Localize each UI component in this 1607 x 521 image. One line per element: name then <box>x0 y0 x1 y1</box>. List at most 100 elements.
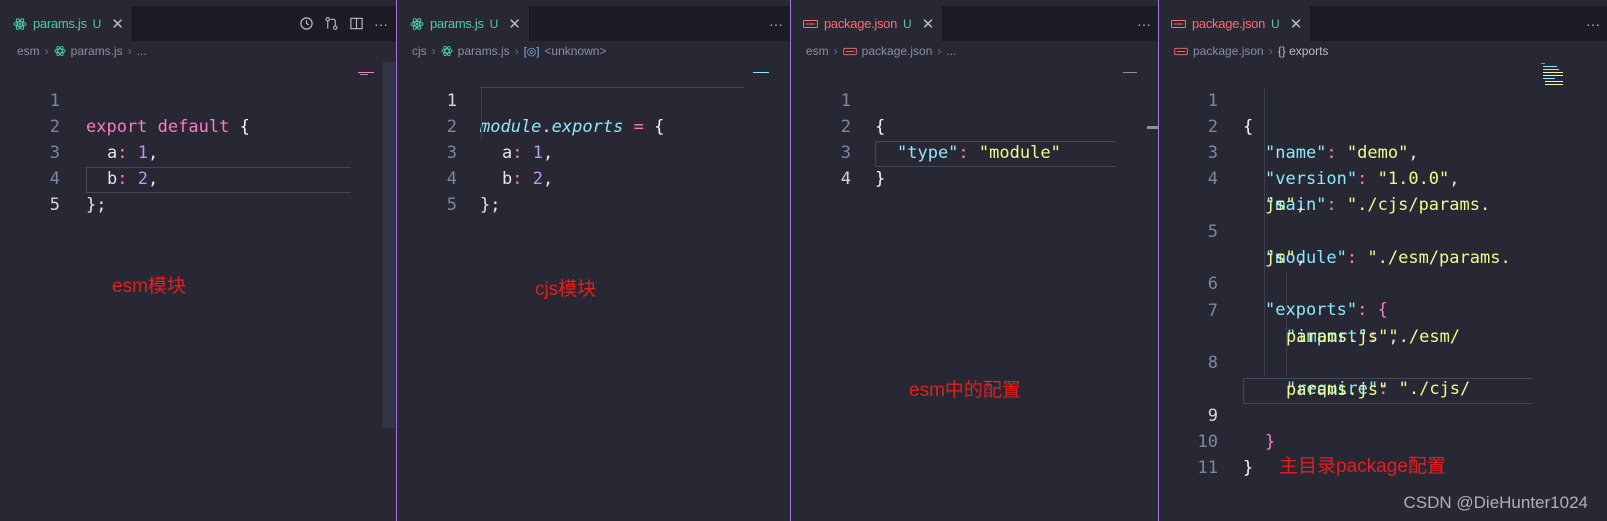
tab-bar: package.json U ✕ ··· <box>1159 6 1607 41</box>
breadcrumb-folder[interactable]: cjs <box>412 44 427 58</box>
editor-actions: ··· <box>299 6 388 41</box>
minimap[interactable] <box>358 62 384 75</box>
breadcrumb-folder[interactable]: esm <box>806 44 829 58</box>
close-icon[interactable]: ✕ <box>1290 15 1303 33</box>
annotation-esm-module: esm模块 <box>112 276 186 297</box>
breadcrumb-folder[interactable]: esm <box>17 44 40 58</box>
more-actions-icon[interactable]: ··· <box>1586 16 1600 32</box>
scrollbar[interactable] <box>383 62 395 428</box>
breadcrumb: cjs › params.js › [◎] <unknown> <box>397 41 791 61</box>
breadcrumb-file[interactable]: package.json <box>1193 44 1264 58</box>
untracked-badge: U <box>92 16 102 31</box>
code-line: js", <box>1265 248 1306 268</box>
code-line: 1 { <box>791 62 1159 137</box>
json-icon <box>803 16 818 31</box>
tab-bar: params.js U ✕ ··· <box>0 6 396 41</box>
code-line: 7 "import": "./esm/ <box>1159 272 1607 347</box>
json-icon <box>842 47 857 56</box>
code-line: params.js" <box>1286 380 1389 400</box>
editor-pane-esm-package: package.json U ✕ ··· esm › package.json … <box>790 0 1159 521</box>
breadcrumb-file[interactable]: package.json <box>862 44 933 58</box>
tab-esm-params[interactable]: params.js U ✕ <box>0 6 133 41</box>
current-line-highlight <box>875 141 1116 167</box>
code-line: 4 }; <box>397 140 791 215</box>
code-line: 2 "type": "module" <box>791 88 1159 163</box>
chevron-right-icon: › <box>833 44 838 58</box>
breadcrumb-symbol[interactable]: <unknown> <box>544 44 606 58</box>
code-line: 4 "main": "./cjs/params. <box>1159 140 1607 215</box>
code-line: 4 }; <box>0 140 396 215</box>
current-line-highlight <box>480 63 744 88</box>
tab-bar: package.json U ✕ ··· <box>791 6 1159 41</box>
breadcrumb: esm › params.js › ... <box>0 41 396 61</box>
tab-cjs-params[interactable]: params.js U ✕ <box>397 6 530 41</box>
tab-label: params.js <box>33 16 87 31</box>
breadcrumb-symbol[interactable]: ... <box>946 44 956 58</box>
code-line: 3 "version": "1.0.0", <box>1159 114 1607 189</box>
code-line: 8 "require": "./cjs/ <box>1159 324 1607 399</box>
breadcrumb-symbol[interactable]: {} exports <box>1278 44 1329 58</box>
code-line: 2 "name": "demo", <box>1159 88 1607 163</box>
close-icon[interactable]: ✕ <box>922 15 935 33</box>
compare-changes-icon[interactable] <box>324 16 339 31</box>
breadcrumb-file[interactable]: params.js <box>458 44 510 58</box>
line-number: 11 <box>1197 458 1218 478</box>
chevron-right-icon: › <box>514 44 519 58</box>
code-line: 5 <box>397 166 791 215</box>
untracked-badge: U <box>489 16 499 31</box>
react-icon <box>54 45 66 57</box>
tab-esm-package-json[interactable]: package.json U ✕ <box>791 6 944 41</box>
code-line: 10 } <box>1159 403 1607 478</box>
line-number: 5 <box>446 195 457 215</box>
history-icon[interactable] <box>299 16 314 31</box>
tab-root-package-json[interactable]: package.json U ✕ <box>1159 6 1312 41</box>
close-icon[interactable]: ✕ <box>111 15 124 33</box>
react-icon <box>441 45 453 57</box>
code-line: 1 { <box>1159 62 1607 137</box>
untracked-badge: U <box>903 16 912 31</box>
minimap[interactable] <box>1541 62 1565 88</box>
tab-label: package.json <box>824 16 898 31</box>
watermark: CSDN @DieHunter1024 <box>1403 493 1588 512</box>
annotation-esm-config: esm中的配置 <box>909 380 1021 401</box>
code-line: 1 export default { <box>0 62 396 137</box>
json-icon <box>1171 16 1186 31</box>
breadcrumb-file[interactable]: params.js <box>71 44 123 58</box>
breadcrumb-symbol[interactable]: ... <box>137 44 147 58</box>
editor-actions: ··· <box>769 6 783 41</box>
code-line: 2 a: 1, <box>397 88 791 163</box>
tab-bar: params.js U ✕ ··· <box>397 6 791 41</box>
code-line: 2 a: 1, <box>0 88 396 163</box>
minimap[interactable] <box>1123 62 1149 73</box>
code-line: js", <box>1265 195 1306 215</box>
breadcrumb: package.json › {} exports <box>1159 41 1607 61</box>
split-editor-icon[interactable] <box>349 16 364 31</box>
tab-label: params.js <box>430 16 484 31</box>
minimap[interactable] <box>753 62 779 73</box>
react-icon <box>12 16 27 31</box>
chevron-right-icon: › <box>937 44 942 58</box>
code-line: 5 "module": "./esm/params. <box>1159 193 1607 268</box>
close-icon[interactable]: ✕ <box>508 15 521 33</box>
breadcrumb: esm › package.json › ... <box>791 41 1159 61</box>
more-actions-icon[interactable]: ··· <box>374 16 388 32</box>
indent-guide <box>1286 272 1287 376</box>
line-number: 5 <box>49 195 60 215</box>
chevron-right-icon: › <box>431 44 436 58</box>
editor-pane-root-package: package.json U ✕ ··· package.json › {} e… <box>1158 0 1607 521</box>
code-line: 3 } <box>791 114 1159 189</box>
chevron-right-icon: › <box>1268 44 1273 58</box>
line-number: 4 <box>840 169 851 189</box>
tab-label: package.json <box>1192 16 1266 31</box>
editor-actions: ··· <box>1586 6 1600 41</box>
editor-pane-esm-params: params.js U ✕ ··· esm › params.js › ... … <box>0 0 396 521</box>
more-actions-icon[interactable]: ··· <box>1137 16 1151 32</box>
code-line: 3 b: 2, <box>0 114 396 189</box>
code-line: params.js", <box>1286 327 1399 347</box>
indent-guide <box>1264 88 1265 376</box>
json-icon <box>1174 47 1188 56</box>
chevron-right-icon: › <box>127 44 132 58</box>
current-line-highlight <box>86 167 351 193</box>
chevron-right-icon: › <box>44 44 49 58</box>
more-actions-icon[interactable]: ··· <box>769 16 783 32</box>
